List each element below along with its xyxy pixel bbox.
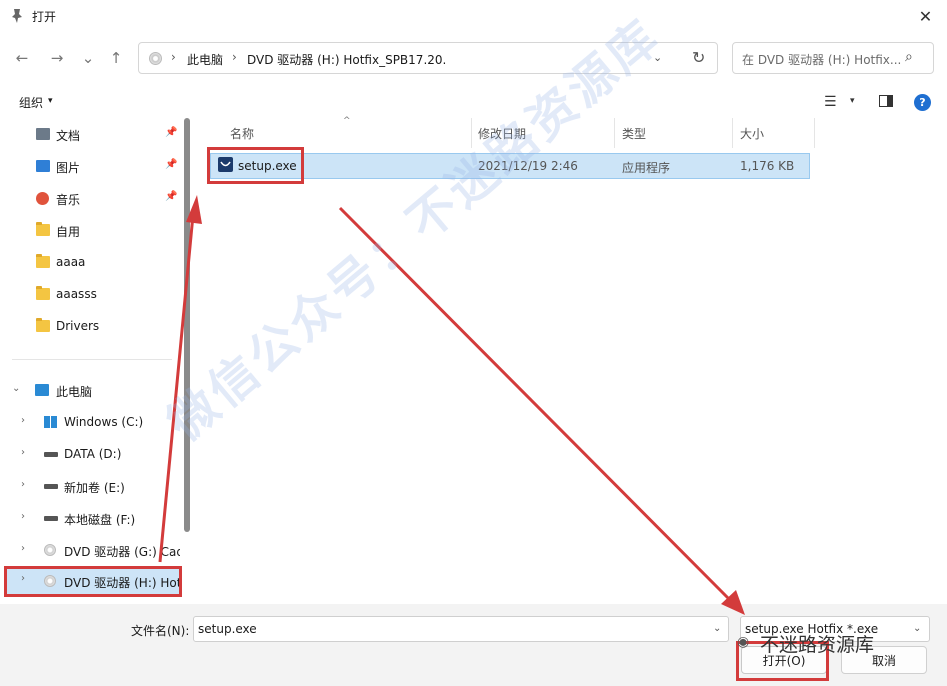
annotation-arrows (158, 195, 745, 615)
wechat-icon: ◉ (737, 634, 750, 650)
watermark-corner: 不迷路资源库 (760, 634, 875, 656)
